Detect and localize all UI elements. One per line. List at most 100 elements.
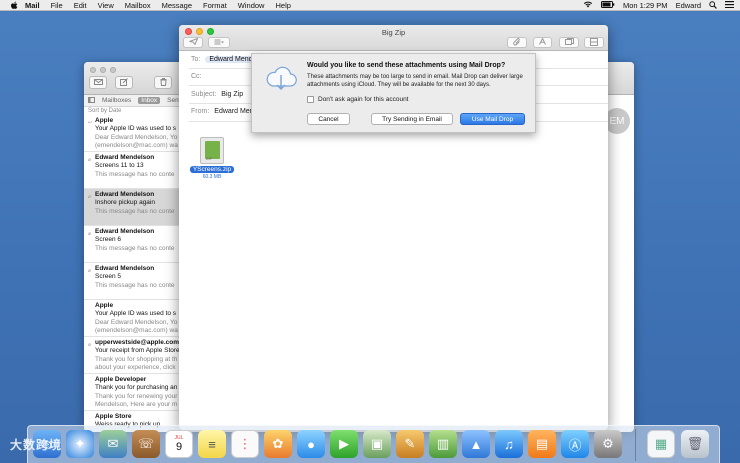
reminders-icon[interactable]: ⋮ xyxy=(231,430,259,458)
messages-icon[interactable]: ● xyxy=(297,430,325,458)
menu-app-name[interactable]: Mail xyxy=(25,1,40,10)
photo-browser-button[interactable] xyxy=(559,37,579,48)
delete-button[interactable] xyxy=(154,76,172,89)
list-item[interactable]: ⌀ upperwestside@apple.com Your receipt f… xyxy=(84,337,179,374)
subject-value: Big Zip xyxy=(221,91,244,98)
header-fields-button[interactable] xyxy=(208,37,230,48)
message-subject: Screens 11 to 13 xyxy=(95,162,144,170)
menu-window[interactable]: Window xyxy=(238,1,265,10)
menu-format[interactable]: Format xyxy=(203,1,227,10)
attachment-icon: ⌀ xyxy=(88,194,92,200)
use-mail-drop-button[interactable]: Use Mail Drop xyxy=(460,113,525,125)
attach-button[interactable] xyxy=(507,37,527,48)
pages-icon[interactable]: ✎ xyxy=(396,430,424,458)
menu-help[interactable]: Help xyxy=(275,1,290,10)
send-button[interactable] xyxy=(183,37,203,48)
dock-divider xyxy=(635,429,636,461)
compose-toolbar: Big Zip xyxy=(179,25,608,51)
menu-file[interactable]: File xyxy=(51,1,63,10)
list-item[interactable]: ⌀ Edward Mendelson Screens 11 to 13 This… xyxy=(84,152,179,189)
calendar-day: 9 xyxy=(175,441,183,453)
message-subject: Your receipt from Apple Store xyxy=(95,347,179,355)
numbers-icon[interactable]: ▥ xyxy=(429,430,457,458)
subject-label: Subject: xyxy=(191,91,217,98)
keynote-icon[interactable]: ▲ xyxy=(462,430,490,458)
recipient-token[interactable]: Edward Mend xyxy=(205,56,257,63)
list-item[interactable]: ⌀ Edward Mendelson Inshore pickup again … xyxy=(84,189,179,226)
photo-booth-icon[interactable]: ▣ xyxy=(363,430,391,458)
mail-drop-sheet: Would you like to send these attachments… xyxy=(251,53,536,133)
message-subject: Screen 5 xyxy=(95,273,122,281)
system-preferences-icon[interactable]: ⚙ xyxy=(594,430,622,458)
itunes-icon[interactable]: ♫ xyxy=(495,430,523,458)
list-item[interactable]: ⌀ Edward Mendelson Screen 5 This message… xyxy=(84,263,179,300)
zoom-button[interactable] xyxy=(110,67,116,73)
battery-icon[interactable] xyxy=(600,1,615,10)
contacts-icon[interactable]: ☏ xyxy=(132,430,160,458)
paper-plane-icon xyxy=(188,37,198,47)
get-mail-button[interactable] xyxy=(89,76,107,89)
photos-icon[interactable]: ✿ xyxy=(264,430,292,458)
message-from: Edward Mendelson xyxy=(95,265,155,272)
window-title: Big Zip xyxy=(381,28,406,37)
message-from: Edward Mendelson xyxy=(95,191,155,198)
photos-icon xyxy=(564,38,574,47)
list-item[interactable]: Apple Your Apple ID was used to s Dear E… xyxy=(84,300,179,337)
sidebar-toggle-icon[interactable] xyxy=(88,96,95,105)
list-item[interactable]: ↩ Apple Your Apple ID was used to s Dear… xyxy=(84,115,179,152)
sheet-question: Would you like to send these attachments… xyxy=(307,62,506,69)
search-icon[interactable] xyxy=(709,0,717,11)
message-preview: This message has no conte xyxy=(95,244,175,252)
menu-edit[interactable]: Edit xyxy=(74,1,87,10)
to-field[interactable]: To: Edward Mend xyxy=(191,56,257,63)
menu-mailbox[interactable]: Mailbox xyxy=(125,1,151,10)
mail-stamp-icon[interactable]: ✉ xyxy=(99,430,127,458)
checkbox-box[interactable] xyxy=(307,96,314,103)
cc-field[interactable]: Cc: xyxy=(191,73,202,80)
list-item[interactable]: Apple Developer Thank you for purchasing… xyxy=(84,374,179,411)
message-preview: This message has no conte xyxy=(95,281,175,289)
attachment-icon: ⌀ xyxy=(88,157,92,163)
cancel-button[interactable]: Cancel xyxy=(307,113,350,125)
apple-menu-icon[interactable] xyxy=(9,1,19,10)
calendar-icon[interactable]: JUL 9 xyxy=(165,430,193,458)
facetime-icon[interactable]: ▶ xyxy=(330,430,358,458)
message-preview: This message has no conte xyxy=(95,170,175,178)
safari-icon[interactable]: ✦ xyxy=(66,430,94,458)
wifi-icon[interactable] xyxy=(583,1,593,10)
notes-icon[interactable]: ≡ xyxy=(198,430,226,458)
reply-icon: ↩ xyxy=(88,120,93,126)
cc-label: Cc: xyxy=(191,73,202,80)
attachment[interactable]: ZIP YScreens.zip 60.3 MB xyxy=(187,137,237,180)
menu-view[interactable]: View xyxy=(98,1,114,10)
format-button[interactable] xyxy=(533,37,552,48)
window-controls xyxy=(90,67,120,73)
message-subject: Your Apple ID was used to s xyxy=(95,125,177,133)
ibooks-icon[interactable]: ▤ xyxy=(528,430,556,458)
app-store-icon[interactable]: Ⓐ xyxy=(561,430,589,458)
downloads-stack-icon[interactable]: ▦ xyxy=(647,430,675,458)
from-field[interactable]: From: Edward Men xyxy=(191,108,254,115)
stationery-button[interactable] xyxy=(584,37,604,48)
list-icon xyxy=(214,39,224,47)
try-sending-in-email-button[interactable]: Try Sending in Email xyxy=(371,113,453,125)
minimize-button[interactable] xyxy=(100,67,106,73)
menu-message[interactable]: Message xyxy=(162,1,192,10)
subject-field[interactable]: Subject: Big Zip xyxy=(191,91,243,98)
notification-center-icon[interactable] xyxy=(725,1,734,10)
trash-icon[interactable]: 🗑 xyxy=(681,430,709,458)
list-item[interactable]: ⌀ Edward Mendelson Screen 6 This message… xyxy=(84,226,179,263)
message-preview: Dear Edward Mendelson, Yo xyxy=(95,133,178,141)
message-preview-2: Mendelson, Here are your m xyxy=(95,401,178,409)
sort-by-date[interactable]: Sort by Date xyxy=(88,108,121,114)
user-name[interactable]: Edward xyxy=(676,1,701,10)
favorites-mailboxes[interactable]: Mailboxes xyxy=(99,97,134,104)
message-from: upperwestside@apple.com xyxy=(95,339,179,346)
message-subject: Inshore pickup again xyxy=(95,199,155,207)
dont-ask-checkbox[interactable]: Don't ask again for this account xyxy=(307,96,409,103)
clock[interactable]: Mon 1:29 PM xyxy=(623,1,668,10)
close-button[interactable] xyxy=(90,67,96,73)
zip-kind-label: ZIP xyxy=(206,156,213,161)
favorites-inbox[interactable]: Inbox xyxy=(138,97,161,104)
compose-button[interactable] xyxy=(115,76,133,89)
